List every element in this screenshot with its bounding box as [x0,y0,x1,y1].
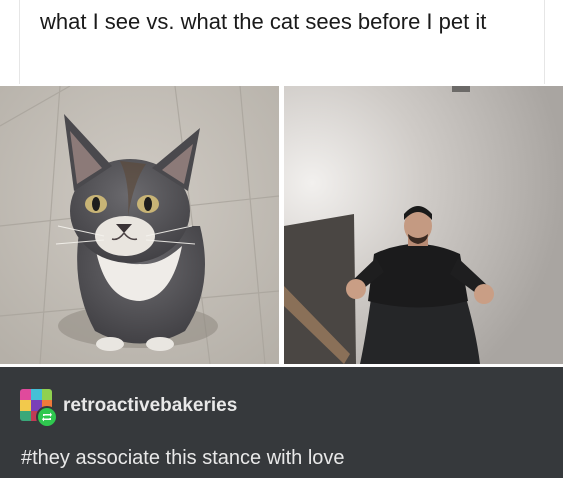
man-photo[interactable] [284,86,563,364]
cat-photo[interactable] [0,86,279,364]
reblog-icon [36,406,58,428]
caption-card: what I see vs. what the cat sees before … [19,0,545,84]
username-link[interactable]: retroactivebakeries [63,395,237,417]
post-caption: what I see vs. what the cat sees before … [40,9,487,34]
post-container: what I see vs. what the cat sees before … [0,0,563,478]
post-tags[interactable]: #they associate this stance with love [21,447,345,470]
reblog-comment-bar: retroactivebakeries #they associate this… [0,367,563,478]
photo-row [0,86,563,364]
